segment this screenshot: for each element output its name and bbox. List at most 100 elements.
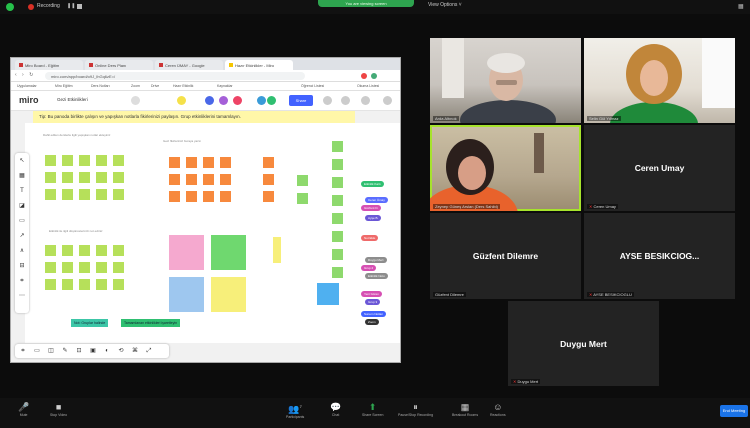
- stop-video-button[interactable]: ■ Stop Video: [50, 401, 67, 417]
- url-input[interactable]: miro.com/app/board/o9J_lhGq6zE=/: [45, 72, 305, 80]
- bookmark-item[interactable]: Miro Eğitim: [55, 84, 73, 88]
- pause-stop-recording-button[interactable]: ⏸ Pause/Stop Recording: [398, 401, 433, 417]
- timer-icon[interactable]: [233, 96, 242, 105]
- sticky-note[interactable]: [220, 191, 231, 202]
- sticky-note[interactable]: [186, 191, 197, 202]
- sticky-note[interactable]: [45, 245, 56, 256]
- browser-tab[interactable]: Online Ders Planı: [85, 60, 153, 70]
- frames-icon[interactable]: ⌗: [19, 347, 27, 355]
- collaborators-avatar[interactable]: [257, 96, 266, 105]
- sticky-note[interactable]: [220, 157, 231, 168]
- sticky-note[interactable]: [113, 262, 124, 273]
- shape-tool-icon[interactable]: ▭: [18, 217, 26, 225]
- sticky-note[interactable]: [79, 262, 90, 273]
- sticky-note[interactable]: [263, 174, 274, 185]
- bookmark-item[interactable]: Hazır Etkinlik: [173, 84, 193, 88]
- blue-sticky-note[interactable]: [317, 283, 339, 305]
- sticky-note[interactable]: [169, 174, 180, 185]
- sticky-note[interactable]: [113, 155, 124, 166]
- stop-recording-icon[interactable]: [77, 4, 82, 9]
- sticky-note[interactable]: [79, 245, 90, 256]
- pause-recording-icon[interactable]: ❚❚: [67, 3, 75, 9]
- miro-board-canvas[interactable]: Dahil edilen derslerle ilgili yapışkan n…: [25, 123, 400, 343]
- sticky-note[interactable]: [263, 191, 274, 202]
- apps-icon[interactable]: [323, 96, 332, 105]
- sticky-note[interactable]: [96, 279, 107, 290]
- bookmark-item[interactable]: Okuma Listesi: [357, 84, 379, 88]
- sticky-note[interactable]: [96, 172, 107, 183]
- collaborators-avatar[interactable]: [267, 96, 276, 105]
- browser-tab[interactable]: Miro Board - Eğitim: [15, 60, 83, 70]
- present-icon[interactable]: [383, 96, 392, 105]
- sticky-note[interactable]: [113, 172, 124, 183]
- security-shield-icon[interactable]: [6, 3, 14, 11]
- sticky-tool-icon[interactable]: ◪: [18, 202, 26, 210]
- sticky-note[interactable]: [186, 174, 197, 185]
- sticky-note[interactable]: [332, 231, 343, 242]
- sticky-note[interactable]: [113, 279, 124, 290]
- command-icon[interactable]: ⌘: [131, 347, 139, 355]
- share-screen-button[interactable]: ⬆ Share Screen: [362, 401, 383, 417]
- emoji-icon[interactable]: [219, 96, 228, 105]
- browser-nav-icons[interactable]: ‹ › ↻: [15, 72, 35, 78]
- sticky-note[interactable]: [62, 245, 73, 256]
- sticky-note[interactable]: [113, 245, 124, 256]
- gallery-view-icon[interactable]: ▦: [738, 3, 744, 10]
- sticky-note[interactable]: [45, 279, 56, 290]
- mute-button[interactable]: 🎤 Mute: [18, 401, 29, 417]
- sticky-note[interactable]: [332, 141, 343, 152]
- sticky-note[interactable]: [297, 193, 308, 204]
- sticky-note[interactable]: [96, 189, 107, 200]
- sticky-note[interactable]: [220, 174, 231, 185]
- large-sticky-note[interactable]: [211, 277, 246, 312]
- sticky-note[interactable]: [332, 177, 343, 188]
- participant-avatar-tile[interactable]: Güzfent Dilemre Güzfent Dilemre: [430, 213, 581, 299]
- board-menu-icon[interactable]: [361, 96, 370, 105]
- participants-button[interactable]: 👥7 Participants: [286, 401, 304, 419]
- participant-avatar-tile[interactable]: AYSE BESIKCIOG... ✕ AYSE BESIKCIOGLU: [584, 213, 735, 299]
- sticky-note[interactable]: [113, 189, 124, 200]
- browser-tab[interactable]: Ceren ÜMAY - Google: [155, 60, 223, 70]
- sticky-note[interactable]: [96, 245, 107, 256]
- vote-icon[interactable]: ◐: [103, 347, 111, 355]
- notifications-icon[interactable]: [341, 96, 350, 105]
- miro-share-button[interactable]: Share: [289, 95, 313, 106]
- sticky-note[interactable]: [79, 189, 90, 200]
- draw-icon[interactable]: ✎: [61, 347, 69, 355]
- sticky-note[interactable]: [273, 237, 281, 263]
- layers-icon[interactable]: ◫: [47, 347, 55, 355]
- templates-tool-icon[interactable]: ▦: [18, 172, 26, 180]
- grid-icon[interactable]: ▭: [33, 347, 41, 355]
- teal-note[interactable]: Not: Gruplar halinde: [71, 319, 109, 327]
- bookmark-item[interactable]: Zoom: [131, 84, 140, 88]
- sticky-note[interactable]: [62, 172, 73, 183]
- bookmark-item[interactable]: Uygulamalar: [17, 84, 37, 88]
- bookmark-item[interactable]: Ders Notları: [91, 84, 110, 88]
- sticky-note[interactable]: [169, 157, 180, 168]
- settings-icon[interactable]: [131, 96, 140, 105]
- sticky-note[interactable]: [186, 157, 197, 168]
- view-options-menu[interactable]: View Options ˅: [428, 2, 462, 8]
- sticky-note[interactable]: [62, 279, 73, 290]
- sticky-note[interactable]: [62, 155, 73, 166]
- sticky-note[interactable]: [45, 262, 56, 273]
- sticky-note[interactable]: [203, 191, 214, 202]
- bookmark-item[interactable]: Kaynaklar: [217, 84, 233, 88]
- sticky-note[interactable]: [297, 175, 308, 186]
- board-name[interactable]: Gezi Etkinlikleri: [57, 97, 88, 102]
- bookmark-item[interactable]: Öğrenci Listesi: [301, 84, 324, 88]
- sticky-note-tool-icon[interactable]: [177, 96, 186, 105]
- sticky-note[interactable]: [203, 174, 214, 185]
- cursor-icon[interactable]: [205, 96, 214, 105]
- sticky-note[interactable]: [203, 157, 214, 168]
- participant-video-tile[interactable]: Arda Altınok: [430, 38, 581, 123]
- screen-icon[interactable]: ⊡: [75, 347, 83, 355]
- card-icon[interactable]: ▣: [89, 347, 97, 355]
- sticky-note[interactable]: [62, 262, 73, 273]
- sticky-note[interactable]: [62, 189, 73, 200]
- comment-tool-icon[interactable]: ⊟: [18, 262, 26, 270]
- large-sticky-note[interactable]: [169, 277, 204, 312]
- reactions-button[interactable]: ☺ Reactions: [490, 401, 506, 417]
- browser-tab-active[interactable]: Hazır Etkinlikler - Miro: [225, 60, 293, 70]
- participant-avatar-tile[interactable]: Ceren Umay ✕ Ceren Umay: [584, 125, 735, 211]
